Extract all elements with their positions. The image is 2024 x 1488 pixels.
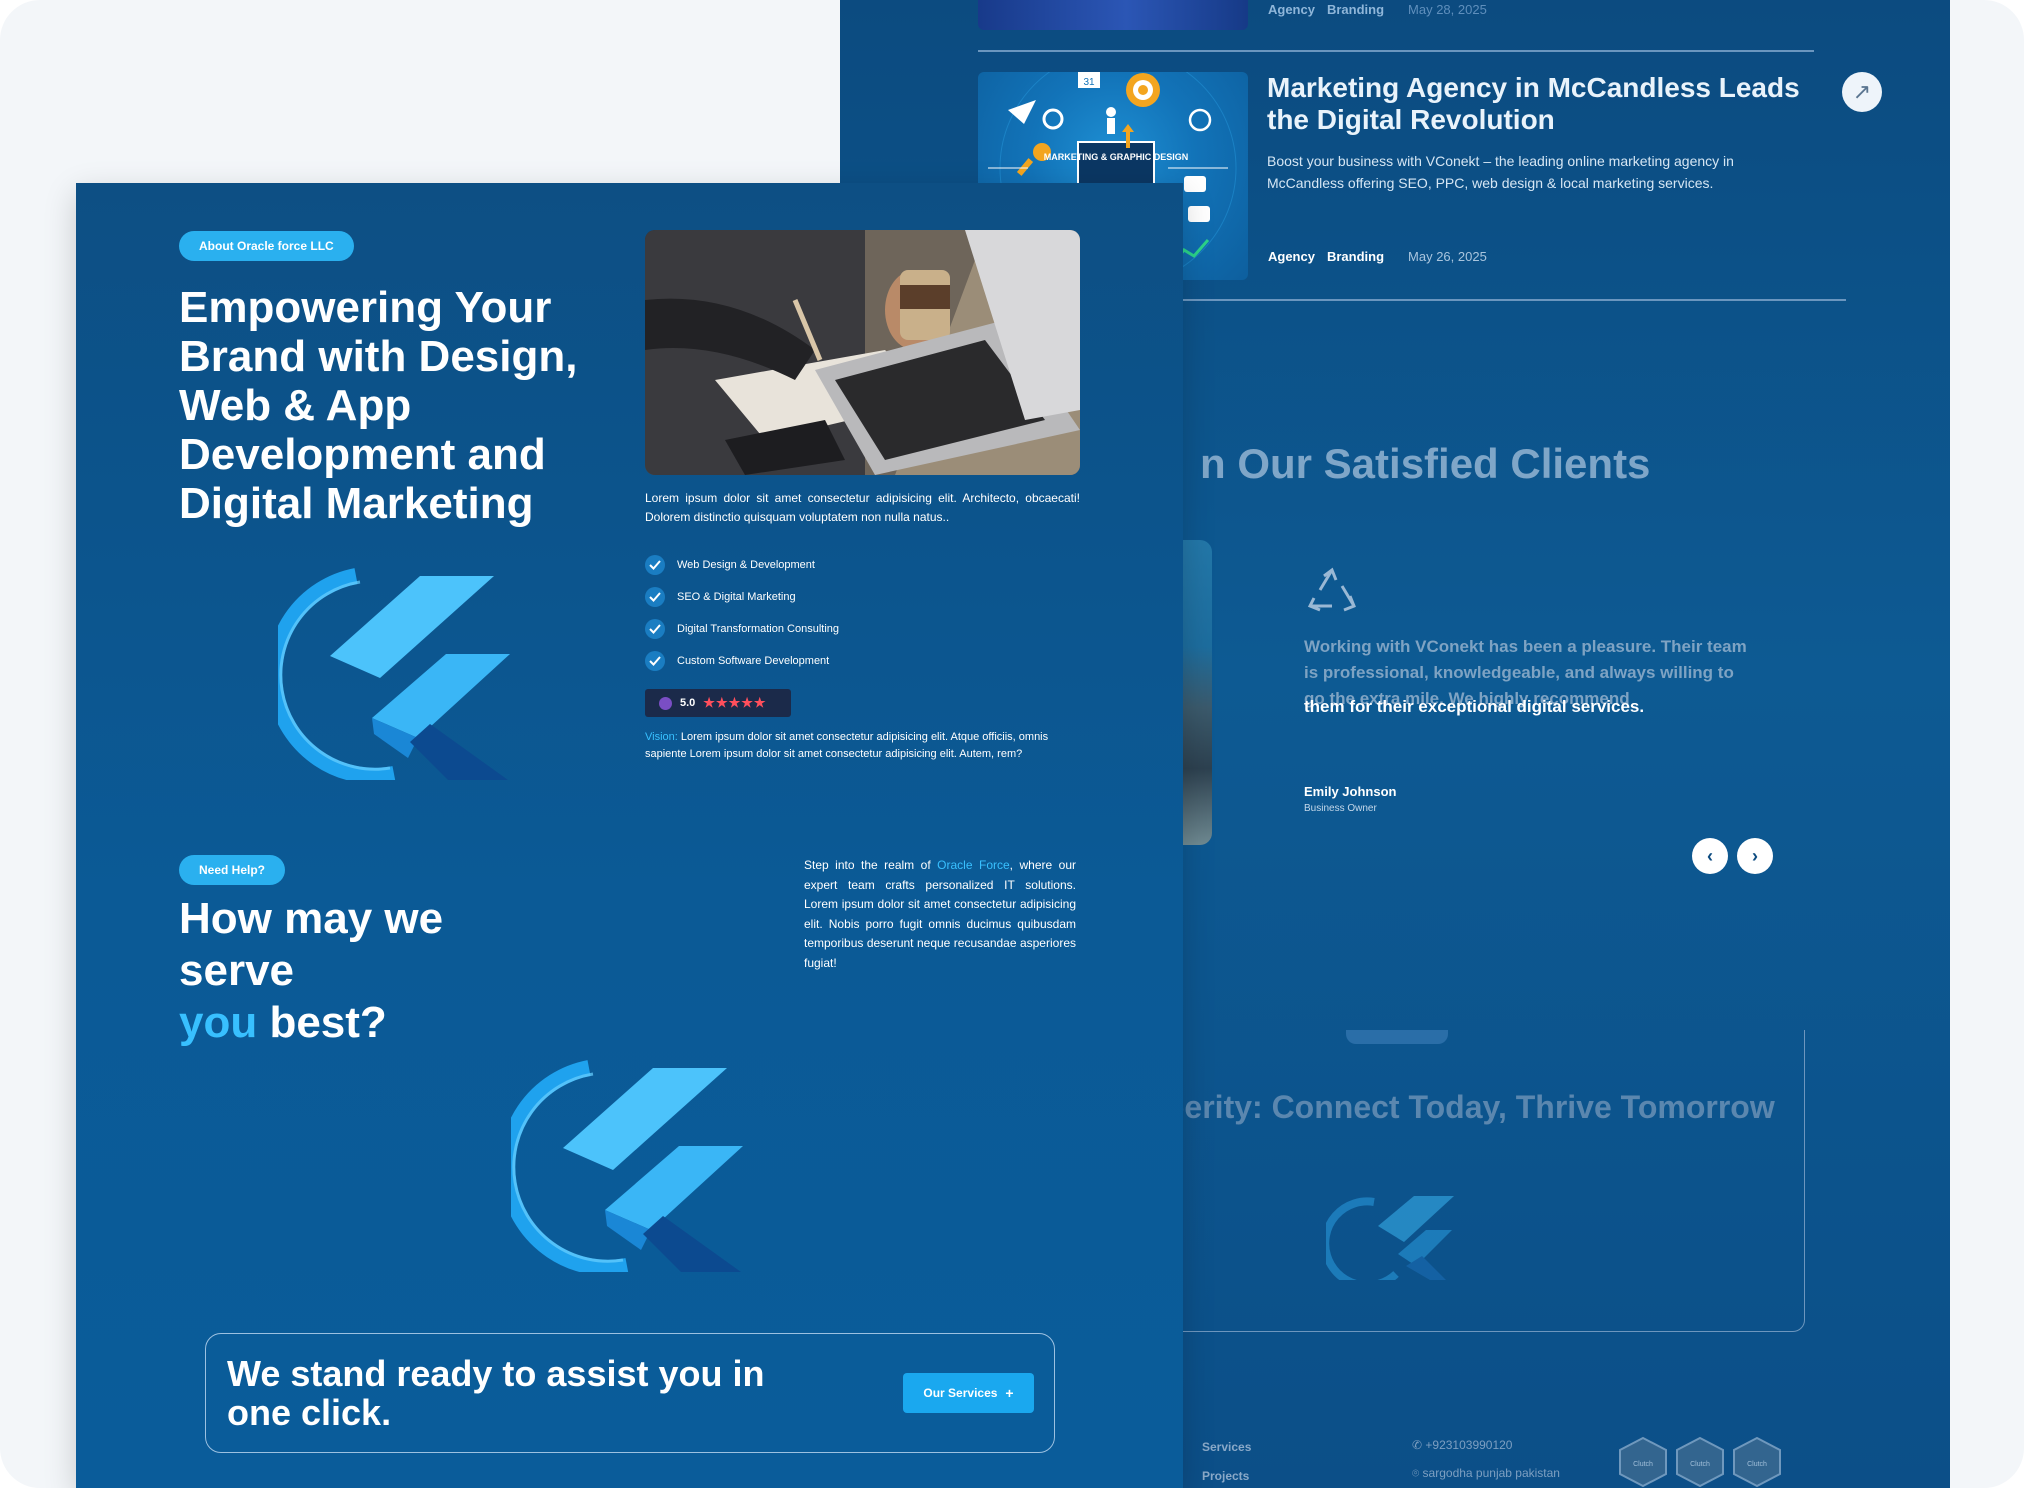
front-page-panel: About Oracle force LLC Empowering Your B… xyxy=(76,183,1183,1488)
divider xyxy=(978,50,1814,52)
footer-link[interactable]: Projects xyxy=(1202,1469,1249,1483)
post-meta: Agency Branding May 26, 2025 xyxy=(1268,249,1487,264)
cta-text: We stand ready to assist you in one clic… xyxy=(227,1353,765,1433)
check-icon xyxy=(645,587,665,607)
svg-text:Clutch: Clutch xyxy=(1747,1461,1767,1468)
help-title: How may we serve you best? xyxy=(179,894,444,1047)
arrow-up-right-icon: ↗ xyxy=(1852,79,1872,104)
star-rating-icon: ★★★★★ xyxy=(703,695,767,710)
footer-link[interactable]: Services xyxy=(1202,1440,1251,1454)
svg-text:Clutch: Clutch xyxy=(1690,1461,1710,1468)
post-tag[interactable]: Branding xyxy=(1327,249,1384,264)
testimonial-next-button[interactable]: › xyxy=(1737,838,1773,874)
chevron-left-icon: ‹ xyxy=(1707,845,1713,866)
post-tag[interactable]: Agency xyxy=(1268,249,1315,264)
hero-photo xyxy=(645,230,1080,475)
post-tag[interactable]: Agency xyxy=(1268,2,1315,17)
help-paragraph: Step into the realm of Oracle Force, whe… xyxy=(804,858,1077,970)
post-description: Boost your business with VConekt – the l… xyxy=(1267,153,1734,191)
service-item: Custom Software Development xyxy=(645,650,1045,672)
post-link-button[interactable]: ↗ xyxy=(1842,72,1882,112)
cta-banner: We stand ready to assist you in one clic… xyxy=(205,1333,1055,1453)
service-item: SEO & Digital Marketing xyxy=(645,586,1045,608)
vision-label: Vision: xyxy=(645,731,678,743)
svg-text:Clutch: Clutch xyxy=(1633,1461,1653,1468)
vision-text: Vision: Lorem ipsum dolor sit amet conse… xyxy=(645,731,1049,760)
hero-title: Empowering Your Brand with Design, Web &… xyxy=(179,283,578,528)
service-item: Digital Transformation Consulting xyxy=(645,618,1045,640)
check-icon xyxy=(645,651,665,671)
clutch-badge[interactable]: Clutch xyxy=(1618,1436,1668,1488)
clutch-badge[interactable]: Clutch xyxy=(1675,1436,1725,1488)
cta-pill xyxy=(1346,1030,1448,1044)
intro-text: Lorem ipsum dolor sit amet consectetur a… xyxy=(645,491,1080,524)
clutch-badge[interactable]: Clutch xyxy=(1732,1436,1782,1488)
chevron-right-icon: › xyxy=(1752,845,1758,866)
rating-badge: 5.0 ★★★★★ xyxy=(645,689,791,717)
post-date: May 26, 2025 xyxy=(1408,249,1487,264)
post-meta-top: Agency Branding May 28, 2025 xyxy=(1268,2,1487,17)
footer-address: ⌾ sargodha punjab pakistan xyxy=(1412,1466,1560,1480)
showcase-canvas: Agency Branding May 28, 2025 31 MARKETING … xyxy=(0,0,2024,1488)
check-icon xyxy=(645,555,665,575)
plus-icon: + xyxy=(1005,1385,1014,1401)
svg-text:31: 31 xyxy=(1083,77,1095,88)
brand-link[interactable]: Oracle Force xyxy=(937,858,1010,872)
post-title[interactable]: Marketing Agency in McCandless Leads the… xyxy=(1267,72,1807,136)
rating-logo-icon xyxy=(659,696,672,710)
divider xyxy=(1160,299,1846,301)
testimonial-role: Business Owner xyxy=(1304,803,1377,814)
post-image-caption: MARKETING & GRAPHIC DESIGN xyxy=(1044,152,1189,162)
help-pill: Need Help? xyxy=(179,855,286,885)
recycle-icon xyxy=(1307,567,1356,612)
testimonial-text: them for their exceptional digital servi… xyxy=(1304,697,1645,716)
rating-score: 5.0 xyxy=(680,697,696,709)
about-pill: About Oracle force LLC xyxy=(179,231,354,261)
footer-phone[interactable]: ✆ +923103990120 xyxy=(1412,1438,1512,1452)
brand-logo xyxy=(511,1060,743,1272)
phone-icon: ✆ xyxy=(1412,1438,1426,1452)
testimonial-author: Emily Johnson xyxy=(1304,784,1397,799)
brand-logo xyxy=(1326,1196,1454,1280)
brand-logo xyxy=(278,568,510,780)
post-date: May 28, 2025 xyxy=(1408,2,1487,17)
post-tag[interactable]: Branding xyxy=(1327,2,1384,17)
testimonial-prev-button[interactable]: ‹ xyxy=(1692,838,1728,874)
location-pin-icon: ⌾ xyxy=(1412,1466,1423,1480)
our-services-button[interactable]: Our Services + xyxy=(903,1373,1034,1413)
service-item: Web Design & Development xyxy=(645,554,1045,576)
post-thumbnail-top[interactable] xyxy=(978,0,1248,30)
check-icon xyxy=(645,619,665,639)
clients-section-title: n Our Satisfied Clients xyxy=(1200,440,1651,487)
